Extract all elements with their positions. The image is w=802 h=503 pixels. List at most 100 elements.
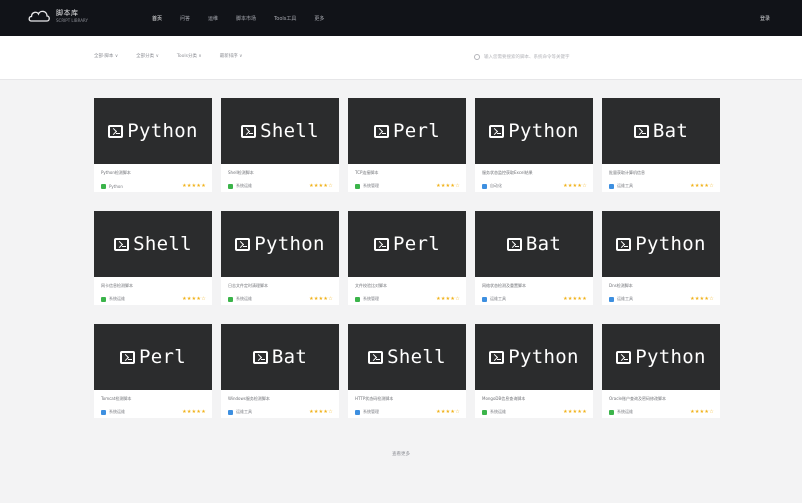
nav-item-market[interactable]: 脚本市场	[236, 15, 256, 22]
author-badge-icon	[228, 296, 233, 302]
rating-stars: ★★★★☆	[309, 296, 333, 302]
card-author[interactable]: 系统运维	[228, 183, 252, 189]
card-meta: 批量获取计算机信息 运维工具 ★★★★☆	[602, 164, 720, 189]
card-language: Perl	[139, 346, 186, 368]
search-icon	[474, 54, 480, 60]
card-author[interactable]: 系统运维	[609, 409, 633, 415]
terminal-icon	[374, 237, 390, 251]
card-meta: 服务状态监控获取Excel结果 自动化 ★★★★☆	[475, 164, 593, 189]
card-author-label: 运维工具	[617, 183, 633, 188]
card-title[interactable]: Python检测脚本	[101, 170, 206, 176]
author-badge-icon	[355, 296, 360, 302]
card-title[interactable]: 日志文件定时清理脚本	[228, 283, 333, 289]
card-title[interactable]: 网络状态检测及重置脚本	[482, 283, 587, 289]
card-meta: HTTP状态码检测脚本 系统管理 ★★★★☆	[348, 390, 466, 415]
script-card[interactable]: Perl Tomcat检测脚本 系统运维 ★★★★★	[94, 324, 212, 418]
card-author-label: Python	[109, 183, 123, 189]
card-author[interactable]: 运维工具	[482, 296, 506, 302]
card-footer: 自动化 ★★★★☆	[482, 183, 587, 189]
card-author-label: 系统运维	[236, 183, 252, 188]
card-language: Python	[635, 346, 706, 368]
card-author[interactable]: 系统管理	[355, 296, 379, 302]
script-card[interactable]: Bat 批量获取计算机信息 运维工具 ★★★★☆	[602, 98, 720, 192]
card-banner: Bat	[475, 211, 593, 277]
script-card[interactable]: Python Oracle账户查询及密码修改脚本 系统运维 ★★★★☆	[602, 324, 720, 418]
script-card[interactable]: Python 日志文件定时清理脚本 系统运维 ★★★★☆	[221, 211, 339, 305]
card-author-label: 系统管理	[363, 296, 379, 301]
load-more-button[interactable]: 查看更多	[0, 451, 802, 457]
terminal-icon	[633, 124, 649, 138]
nav-item-home[interactable]: 首页	[152, 15, 162, 22]
card-author[interactable]: 系统管理	[355, 409, 379, 415]
card-author[interactable]: Python	[101, 183, 123, 189]
nav-item-qa[interactable]: 问答	[180, 15, 190, 22]
rating-stars: ★★★★★	[182, 409, 206, 415]
script-card[interactable]: Python 服务状态监控获取Excel结果 自动化 ★★★★☆	[475, 98, 593, 192]
top-navigation-bar: 脚本库 SCRIPT LIBRARY 首页 问答 运维 脚本市场 Tools工具…	[0, 0, 802, 36]
card-title[interactable]: Windows服务检测脚本	[228, 396, 333, 402]
login-button[interactable]: 登录	[760, 15, 770, 22]
card-author-label: 运维工具	[490, 296, 506, 301]
card-banner: Bat	[602, 98, 720, 164]
card-banner: Perl	[348, 98, 466, 164]
nav-item-tools[interactable]: Tools工具	[274, 15, 296, 22]
script-card[interactable]: Shell HTTP状态码检测脚本 系统管理 ★★★★☆	[348, 324, 466, 418]
card-language: Bat	[652, 120, 689, 142]
script-card[interactable]: Bat 网络状态检测及重置脚本 运维工具 ★★★★★	[475, 211, 593, 305]
filter-sort[interactable]: 最新排序 ∨	[220, 53, 243, 59]
author-badge-icon	[101, 409, 106, 415]
card-author[interactable]: 运维工具	[609, 183, 633, 189]
script-card[interactable]: Bat Windows服务检测脚本 运维工具 ★★★★☆	[221, 324, 339, 418]
terminal-icon	[252, 350, 268, 364]
terminal-icon	[120, 350, 136, 364]
card-title[interactable]: 网卡信息检测脚本	[101, 283, 206, 289]
card-title[interactable]: MongoDB信息查询脚本	[482, 396, 587, 402]
card-banner: Shell	[348, 324, 466, 390]
card-title[interactable]: HTTP状态码检测脚本	[355, 396, 460, 402]
script-card[interactable]: Python MongoDB信息查询脚本 系统运维 ★★★★★	[475, 324, 593, 418]
logo-subtitle: SCRIPT LIBRARY	[56, 17, 88, 23]
card-banner: Python	[602, 324, 720, 390]
card-author-label: 运维工具	[617, 296, 633, 301]
script-card[interactable]: Perl 文件校验比对脚本 系统管理 ★★★★☆	[348, 211, 466, 305]
rating-stars: ★★★★☆	[563, 183, 587, 189]
rating-stars: ★★★★★	[563, 296, 587, 302]
card-author-label: 系统运维	[236, 296, 252, 301]
terminal-icon	[114, 237, 130, 251]
script-card[interactable]: Python Dns检测脚本 运维工具 ★★★★☆	[602, 211, 720, 305]
rating-stars: ★★★★☆	[309, 409, 333, 415]
card-author[interactable]: 系统运维	[101, 409, 125, 415]
script-card[interactable]: Shell 网卡信息检测脚本 系统运维 ★★★★☆	[94, 211, 212, 305]
card-author[interactable]: 运维工具	[228, 409, 252, 415]
card-author[interactable]: 系统运维	[228, 296, 252, 302]
site-logo[interactable]: 脚本库 SCRIPT LIBRARY	[28, 9, 88, 23]
card-author[interactable]: 系统运维	[482, 409, 506, 415]
search-input[interactable]: 输入您需要搜索的脚本、系统命令等关键字	[474, 51, 624, 63]
author-badge-icon	[355, 183, 360, 189]
card-author[interactable]: 自动化	[482, 183, 502, 189]
card-title[interactable]: TCP连接脚本	[355, 170, 460, 176]
script-card[interactable]: Python Python检测脚本 Python ★★★★★	[94, 98, 212, 192]
card-author[interactable]: 运维工具	[609, 296, 633, 302]
nav-item-ops[interactable]: 运维	[208, 15, 218, 22]
author-badge-icon	[101, 183, 106, 189]
card-title[interactable]: Dns检测脚本	[609, 283, 714, 289]
filter-category[interactable]: 全部分类 ∨	[136, 53, 159, 59]
script-card[interactable]: Shell Shell检测脚本 系统运维 ★★★★☆	[221, 98, 339, 192]
terminal-icon	[241, 124, 257, 138]
card-title[interactable]: 文件校验比对脚本	[355, 283, 460, 289]
nav-item-more[interactable]: 更多	[314, 15, 324, 22]
card-title[interactable]: 服务状态监控获取Excel结果	[482, 170, 587, 176]
filter-tools-category[interactable]: Tools分类 ∨	[177, 53, 202, 59]
card-author-label: 系统管理	[363, 183, 379, 188]
card-footer: 系统运维 ★★★★☆	[228, 183, 333, 189]
card-language: Perl	[393, 233, 440, 255]
card-title[interactable]: Shell检测脚本	[228, 170, 333, 176]
filter-script-type[interactable]: 全部·脚本 ∨	[94, 53, 118, 59]
card-title[interactable]: Oracle账户查询及密码修改脚本	[609, 396, 714, 402]
card-author[interactable]: 系统管理	[355, 183, 379, 189]
card-author[interactable]: 系统运维	[101, 296, 125, 302]
card-title[interactable]: Tomcat检测脚本	[101, 396, 206, 402]
card-title[interactable]: 批量获取计算机信息	[609, 170, 714, 176]
script-card[interactable]: Perl TCP连接脚本 系统管理 ★★★★☆	[348, 98, 466, 192]
